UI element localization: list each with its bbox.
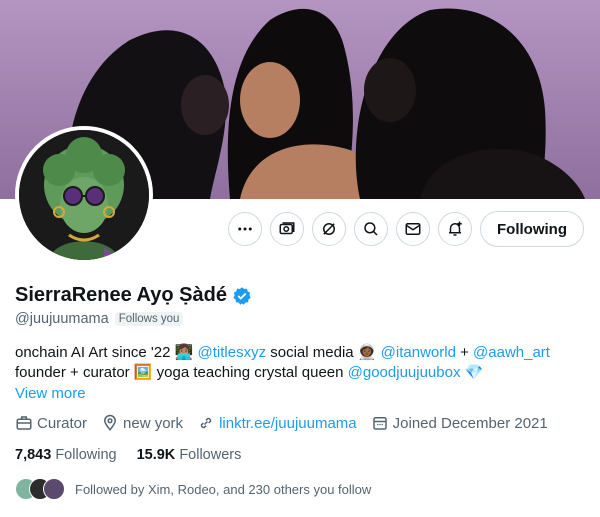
profile-bio: onchain AI Art since '22 👩🏽‍💻 @titlesxyz…	[15, 343, 585, 383]
followers-you-know[interactable]: Followed by Xim, Rodeo, and 230 others y…	[15, 478, 371, 500]
profile-meta: Curator new york linktr.ee/juujuumama Jo…	[15, 414, 548, 432]
following-stat[interactable]: 7,843 Following	[15, 447, 117, 463]
bio-text: 🖼️	[133, 364, 153, 381]
grok-button[interactable]	[312, 212, 347, 246]
bio-line: founder + curator 🖼️ yoga teaching cryst…	[15, 363, 585, 383]
mention-link[interactable]: @titlesxyz	[198, 344, 267, 361]
user-handle: @juujuumama	[15, 311, 109, 327]
following-button[interactable]: Following	[480, 211, 584, 247]
bio-text: 💎	[460, 364, 484, 381]
handle-row: @juujuumama Follows you	[15, 311, 184, 327]
bio-line: onchain AI Art since '22 👩🏽‍💻 @titlesxyz…	[15, 343, 585, 363]
bio-text: +	[455, 344, 474, 361]
bell-plus-icon	[449, 221, 462, 236]
search-button[interactable]	[354, 212, 389, 246]
bio-text: yoga teaching crystal queen	[152, 364, 348, 381]
calendar-icon	[372, 417, 387, 430]
message-button[interactable]	[396, 212, 431, 246]
category-label: Curator	[37, 414, 88, 432]
follow-stats: 7,843 Following 15.9K Followers	[15, 447, 241, 463]
profile-avatar[interactable]	[15, 126, 153, 264]
money-icon	[279, 222, 295, 235]
followed-by-text: Followed by Xim, Rodeo, and 230 others y…	[75, 481, 372, 497]
bio-text: founder + curator	[15, 364, 134, 381]
bio-text: 👩🏾‍🚀	[357, 344, 377, 361]
bio-text: 👩🏽‍💻	[174, 344, 194, 361]
notifications-button[interactable]	[438, 212, 473, 246]
follows-you-badge: Follows you	[114, 312, 184, 326]
view-more-link[interactable]: View more	[15, 385, 86, 402]
profile-actions: Following	[228, 211, 584, 247]
following-count: 7,843	[15, 447, 52, 463]
envelope-icon	[405, 223, 421, 235]
mention-link[interactable]: @aawh_art	[473, 344, 550, 361]
more-icon	[238, 227, 252, 231]
followers-count: 15.9K	[136, 447, 176, 463]
avatar	[43, 478, 65, 500]
website-link[interactable]: linktr.ee/juujuumama	[219, 415, 357, 432]
bio-text: onchain AI Art since '22	[15, 344, 175, 361]
category: Curator	[15, 414, 87, 432]
briefcase-icon	[16, 416, 32, 430]
mutual-avatars	[15, 478, 65, 500]
mention-link[interactable]: @itanworld	[381, 344, 456, 361]
search-icon	[364, 222, 378, 236]
bio-text: social media	[266, 344, 358, 361]
join-date-label: Joined December 2021	[392, 414, 548, 432]
verified-badge-icon[interactable]	[232, 286, 252, 306]
profile-name-row: SierraRenee Ayọ Ṣàdé	[15, 284, 252, 307]
location-label: new york	[123, 414, 184, 432]
join-date: Joined December 2021	[371, 414, 548, 432]
location-pin-icon	[104, 414, 117, 431]
subscribe-button[interactable]	[270, 212, 305, 246]
more-button[interactable]	[228, 212, 263, 246]
location: new york	[101, 414, 183, 432]
followers-stat-label: Followers	[179, 447, 242, 463]
following-stat-label: Following	[55, 447, 117, 463]
website: linktr.ee/juujuumama	[197, 414, 357, 432]
mention-link[interactable]: @goodjuujuubox	[348, 364, 461, 381]
grok-icon	[323, 223, 336, 235]
followers-stat[interactable]: 15.9K Followers	[137, 447, 242, 463]
link-icon	[200, 417, 212, 429]
display-name: SierraRenee Ayọ Ṣàdé	[15, 284, 227, 306]
